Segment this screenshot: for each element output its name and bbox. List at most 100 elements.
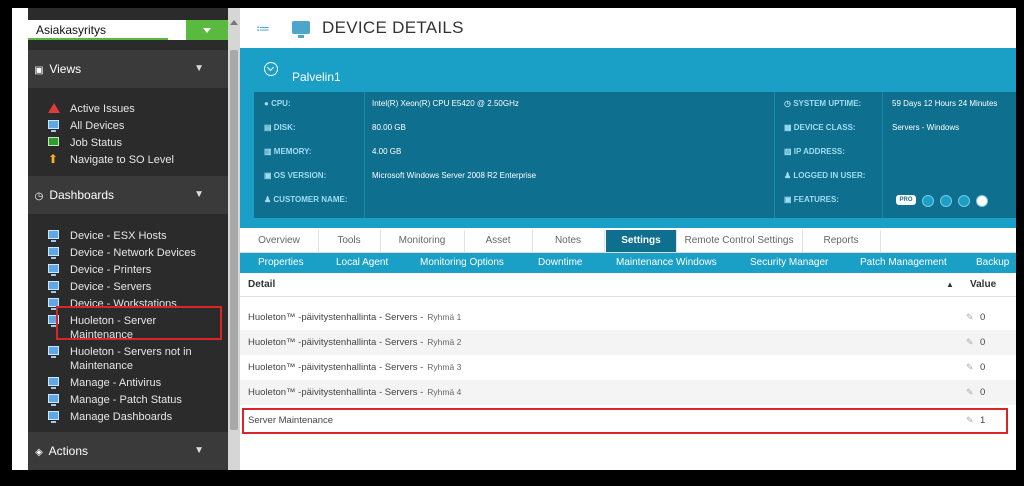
views-header-label: Views [49,62,82,76]
device-icon [292,21,310,38]
sidebar-item-dashboard[interactable]: Manage - Patch Status [28,391,228,408]
device-class-label: ▦ DEVICE CLASS: [784,123,856,132]
ip-address-label: ▧ IP ADDRESS: [784,147,845,156]
actions-header-label: Actions [48,444,89,458]
check-icon [48,137,59,146]
sidebar-item-label: Manage - Patch Status [70,393,182,406]
sort-ascending-icon[interactable]: ▲ [946,274,954,296]
sidebar-item-dashboard[interactable]: Device - ESX Hosts [28,227,228,244]
tab-asset[interactable]: Asset [464,230,533,252]
edit-pencil-icon[interactable]: ✎ [966,330,974,355]
dashboard-icon: ◷ [34,191,44,202]
table-row: Huoleton™ -päivitystenhallinta - Servers… [240,305,1016,330]
feature-backup-icon[interactable] [958,195,970,207]
info-row: ♟ CUSTOMER NAME: ▣ FEATURES: PRO [254,188,1016,212]
page-title: DEVICE DETAILS [322,18,464,37]
subtab-properties[interactable]: Properties [258,253,304,273]
tab-settings[interactable]: Settings [606,230,677,252]
sidebar-item-dashboard[interactable]: Huoleton - Servers not in Maintenance [28,343,228,374]
subtab-monitoring-options[interactable]: Monitoring Options [420,253,504,273]
app-frame: Asiakasyritys ▣ Views ▼ Active Issues Al… [12,8,1016,470]
actions-header[interactable]: ◈ Actions ▼ [28,432,228,470]
collapse-chevron-icon[interactable] [264,62,278,76]
monitor-icon [48,230,59,242]
device-hostname: Palvelin1 [292,70,341,84]
sidebar-item-label: Active Issues [70,102,135,115]
cpu-label: ● CPU: [264,99,291,108]
collapse-menu-icon[interactable]: ≔ [256,21,270,35]
sidebar-item-job-status[interactable]: Job Status [28,134,228,151]
sidebar-item-label: Manage Dashboards [70,410,173,423]
tab-remote-control-settings[interactable]: Remote Control Settings [676,230,803,252]
dashboards-header[interactable]: ◷ Dashboards ▼ [28,176,228,214]
subtab-security-manager[interactable]: Security Manager [750,253,828,273]
monitor-icon [48,281,59,293]
subtab-downtime[interactable]: Downtime [538,253,582,273]
sidebar-item-dashboard[interactable]: Device - Printers [28,261,228,278]
sidebar-item-label: Navigate to SO Level [70,153,174,166]
subtab-patch-management[interactable]: Patch Management [860,253,947,273]
scroll-up-icon[interactable] [230,20,238,25]
table-row: Huoleton™ -päivitystenhallinta - Servers… [240,330,1016,355]
sidebar-item-manage-dashboards[interactable]: Manage Dashboards [28,408,228,425]
feature-settings-icon[interactable] [976,195,988,207]
os-version-value: Microsoft Windows Server 2008 R2 Enterpr… [372,171,537,180]
page-header: ≔ DEVICE DETAILS [240,8,1016,48]
sidebar-item-label: Job Status [70,136,122,149]
scrollbar-thumb[interactable] [230,50,238,430]
highlight-box-sidebar [56,306,222,340]
alert-icon [48,103,60,113]
tab-notes[interactable]: Notes [532,230,605,252]
chevron-down-icon[interactable]: ▼ [194,432,204,470]
monitor-icon [48,346,59,358]
row-value: 0 [980,387,986,398]
disk-value: 80.00 GB [372,123,406,132]
sidebar-scrollbar[interactable] [228,8,240,470]
sidebar-item-label: Device - Servers [70,280,152,293]
column-header-detail[interactable]: Detail [248,274,275,296]
monitor-icon [48,120,59,132]
company-name[interactable]: Asiakasyritys [28,20,168,40]
views-list: Active Issues All Devices Job Status ⬆ N… [28,100,228,168]
sidebar-item-dashboard[interactable]: Device - Servers [28,278,228,295]
cpu-value: Intel(R) Xeon(R) CPU E5420 @ 2.50GHz [372,99,519,108]
features-label: ▣ FEATURES: [784,195,839,204]
tab-reports[interactable]: Reports [802,230,881,252]
logged-in-user-label: ♟ LOGGED IN USER: [784,171,866,180]
company-dropdown-button[interactable] [186,20,228,40]
subtab-backup[interactable]: Backup [976,253,1009,273]
sidebar-item-label: All Devices [70,119,125,132]
sidebar-item-dashboard[interactable]: Device - Network Devices [28,244,228,261]
column-header-value[interactable]: Value [970,274,996,296]
chevron-down-icon[interactable]: ▼ [194,176,204,214]
row-detail: Huoleton™ -päivitystenhallinta - Servers… [248,387,462,398]
views-header[interactable]: ▣ Views ▼ [28,50,228,88]
tab-tools[interactable]: Tools [318,230,381,252]
chevron-down-icon[interactable]: ▼ [194,50,204,88]
company-selector[interactable]: Asiakasyritys [28,20,228,42]
edit-pencil-icon[interactable]: ✎ [966,380,974,405]
sidebar: Asiakasyritys ▣ Views ▼ Active Issues Al… [28,8,228,470]
edit-pencil-icon[interactable]: ✎ [966,305,974,330]
sidebar-item-label: Huoleton - Servers not in Maintenance [70,345,192,372]
sidebar-item-dashboard[interactable]: Manage - Antivirus [28,374,228,391]
sidebar-item-navigate-so[interactable]: ⬆ Navigate to SO Level [28,151,228,168]
info-row: ▤ DISK: 80.00 GB ▦ DEVICE CLASS: Servers… [254,116,1016,140]
tab-overview[interactable]: Overview [240,230,319,252]
os-version-label: ▣ OS VERSION: [264,171,327,180]
feature-shield-icon[interactable] [922,195,934,207]
sidebar-item-label: Manage - Antivirus [70,376,162,389]
edit-pencil-icon[interactable]: ✎ [966,355,974,380]
customer-name-label: ♟ CUSTOMER NAME: [264,195,348,204]
sidebar-item-all-devices[interactable]: All Devices [28,117,228,134]
tab-monitoring[interactable]: Monitoring [380,230,465,252]
row-value: 0 [980,362,986,373]
sidebar-item-active-issues[interactable]: Active Issues [28,100,228,117]
host-row: Palvelin1 [240,48,1016,90]
row-detail: Huoleton™ -päivitystenhallinta - Servers… [248,312,462,323]
feature-shield-icon[interactable] [940,195,952,207]
monitor-icon [48,247,59,259]
subtab-local-agent[interactable]: Local Agent [336,253,388,273]
monitor-icon [48,377,59,389]
subtab-maintenance-windows[interactable]: Maintenance Windows [616,253,717,273]
